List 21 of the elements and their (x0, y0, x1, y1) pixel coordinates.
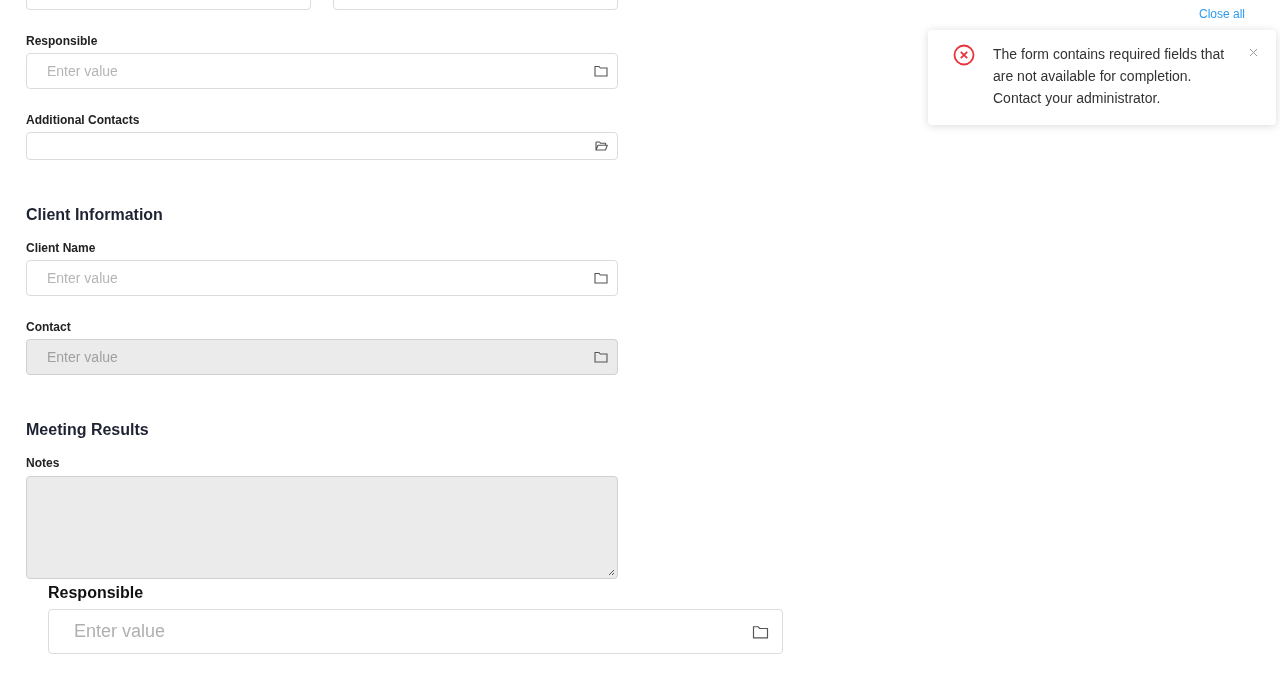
field-label: Client Name (26, 240, 97, 256)
input-field[interactable] (26, 132, 618, 160)
section-heading: Meeting Results (26, 420, 150, 440)
input-field[interactable]: Enter value (26, 53, 618, 89)
close-all-link[interactable]: Close all (1198, 6, 1245, 22)
folder-open-icon (595, 141, 608, 151)
section-heading: Client Information (26, 205, 164, 225)
field-label: Responsible (26, 33, 99, 49)
field-label: Additional Contacts (26, 112, 141, 128)
field-label: Contact (26, 319, 72, 335)
notification-message: The form contains required fields that are not available for completion. Contact your administrator. (993, 45, 1226, 108)
folder-icon (594, 65, 608, 77)
folder-icon (752, 624, 769, 639)
field-label: Notes (26, 455, 61, 471)
input-field[interactable]: Enter value (48, 609, 783, 654)
field-label: Responsible (48, 583, 145, 603)
folder-icon (594, 272, 608, 284)
close-icon[interactable] (1249, 48, 1258, 57)
input-field[interactable]: Enter value (26, 260, 618, 296)
error-icon (953, 44, 975, 66)
folder-icon (594, 351, 608, 363)
